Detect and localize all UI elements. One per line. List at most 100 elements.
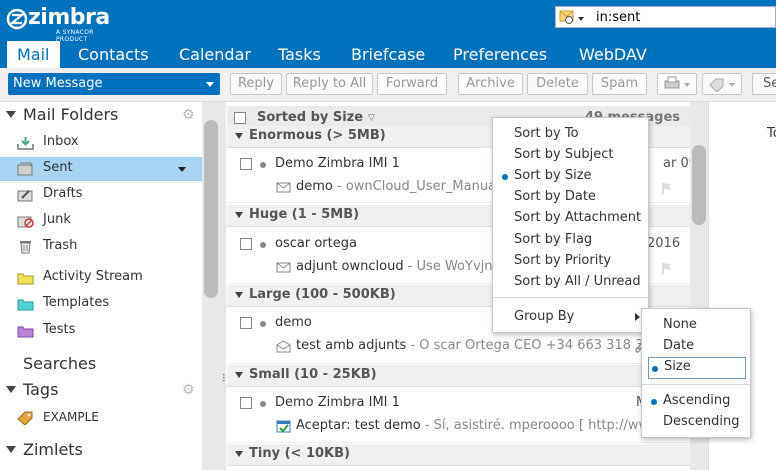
sort-direction-icon[interactable]: ▽ — [368, 113, 375, 123]
search-type-icon[interactable] — [559, 10, 585, 26]
menu-item-sort-priority[interactable]: Sort by Priority — [493, 251, 648, 272]
folder-templates[interactable]: Templates — [0, 292, 202, 316]
message-row-detail[interactable]: test amb adjunts - Ó scar Ortega CEO +34… — [227, 335, 690, 359]
flag-icon[interactable] — [661, 182, 673, 194]
menu-item-label: Sort by Subject — [514, 147, 614, 162]
archive-button[interactable]: Archive — [458, 73, 523, 95]
tab-tasks[interactable]: Tasks — [278, 41, 321, 68]
menu-item-sort-flag[interactable]: Sort by Flag — [493, 230, 648, 251]
group-header[interactable]: Small (10 - 25KB) — [227, 365, 690, 387]
new-message-button[interactable]: New Message — [8, 73, 220, 95]
menu-item-label: Sort by Size — [514, 168, 592, 183]
menu-item-group-date[interactable]: Date — [642, 336, 750, 357]
menu-item-sort-subject[interactable]: Sort by Subject — [493, 145, 648, 166]
gear-icon[interactable]: ⚙ — [182, 382, 195, 398]
grip-icon[interactable]: • • • — [222, 373, 226, 385]
group-label: Tiny (< 10KB) — [249, 446, 350, 461]
message-row[interactable]: Demo Zimbra IMI 1 M — [227, 392, 690, 414]
search-box[interactable] — [555, 6, 776, 28]
print-button[interactable] — [657, 73, 697, 95]
row-checkbox[interactable] — [240, 158, 252, 170]
read-status-icon[interactable] — [260, 321, 266, 327]
tags-header[interactable]: Tags ⚙ — [0, 380, 202, 404]
folder-junk[interactable]: Junk — [0, 209, 202, 233]
menu-item-sort-attachment[interactable]: Sort by Attachment — [493, 208, 648, 229]
folder-drafts[interactable]: Drafts — [0, 183, 202, 207]
tag-button[interactable] — [702, 73, 742, 95]
search-input[interactable] — [596, 8, 771, 26]
tag-example[interactable]: EXAMPLE — [0, 406, 202, 430]
new-message-label: New Message — [13, 76, 103, 91]
folder-label: Templates — [43, 295, 110, 310]
folder-trash[interactable]: Trash — [0, 235, 202, 259]
menu-item-descending[interactable]: Descending — [642, 412, 750, 433]
collapse-icon[interactable] — [235, 451, 243, 457]
folder-sent[interactable]: Sent — [0, 157, 202, 181]
submenu-arrow-icon — [635, 313, 640, 321]
tab-briefcase[interactable]: Briefcase — [351, 41, 425, 68]
pane-splitter[interactable]: • • • — [220, 102, 226, 470]
chevron-down-icon[interactable] — [178, 167, 186, 172]
gear-icon[interactable]: ⚙ — [182, 107, 195, 123]
read-status-icon[interactable] — [260, 162, 266, 168]
folder-activity-stream[interactable]: Activity Stream — [0, 266, 202, 290]
menu-item-group-size[interactable]: Size — [648, 357, 746, 379]
menu-item-sort-to[interactable]: Sort by To — [493, 124, 648, 145]
menu-item-label: Sort by Flag — [514, 232, 593, 247]
menu-item-sort-unread[interactable]: Sort by All / Unread — [493, 272, 648, 293]
menu-item-ascending[interactable]: Ascending — [642, 391, 750, 412]
zimbra-logo[interactable]: zimbra A SYNACOR PRODUCT — [6, 4, 124, 43]
message-row-detail[interactable]: Aceptar: test demo - Sí, asistiré. mpero… — [227, 415, 690, 439]
message-subject: adjunt owncloud — [296, 259, 404, 274]
row-checkbox[interactable] — [240, 317, 252, 329]
zimlets-header[interactable]: Zimlets — [0, 440, 202, 464]
collapse-icon[interactable] — [6, 386, 16, 393]
forward-button[interactable]: Forward — [377, 73, 447, 95]
menu-item-group-none[interactable]: None — [642, 315, 750, 336]
scrollbar-thumb[interactable] — [692, 145, 706, 225]
sent-icon — [17, 162, 33, 176]
sort-label[interactable]: Sorted by Size — [257, 110, 363, 125]
tab-contacts[interactable]: Contacts — [78, 41, 149, 68]
selected-radio-icon — [502, 174, 508, 180]
flag-icon[interactable] — [661, 262, 673, 274]
collapse-icon[interactable] — [235, 212, 243, 218]
row-checkbox[interactable] — [240, 238, 252, 250]
menu-item-group-by[interactable]: Group By — [493, 307, 648, 328]
tab-webdav[interactable]: WebDAV — [579, 41, 647, 68]
envelope-open-icon — [276, 340, 291, 353]
menu-item-sort-size[interactable]: Sort by Size — [493, 166, 648, 187]
folder-inbox[interactable]: Inbox — [0, 131, 202, 155]
selected-radio-icon — [651, 399, 657, 405]
folder-yellow-icon — [17, 273, 34, 285]
spam-button[interactable]: Spam — [592, 73, 647, 95]
collapse-icon[interactable] — [6, 446, 16, 453]
collapse-icon[interactable] — [235, 372, 243, 378]
row-checkbox[interactable] — [240, 397, 252, 409]
tab-mail[interactable]: Mail — [7, 41, 60, 68]
scrollbar-thumb[interactable] — [204, 120, 218, 298]
more-button[interactable]: Se — [752, 73, 776, 95]
app-header: zimbra A SYNACOR PRODUCT Mail Contacts C… — [0, 0, 776, 68]
collapse-icon[interactable] — [235, 292, 243, 298]
tab-preferences[interactable]: Preferences — [453, 41, 547, 68]
reply-all-button[interactable]: Reply to All — [286, 73, 373, 95]
menu-item-label: Sort by Attachment — [514, 210, 642, 225]
reply-button[interactable]: Reply — [230, 73, 282, 95]
folder-tests[interactable]: Tests — [0, 319, 202, 343]
collapse-icon[interactable] — [235, 133, 243, 139]
searches-header[interactable]: Searches — [0, 354, 202, 378]
tab-calendar[interactable]: Calendar — [179, 41, 251, 68]
chevron-down-icon[interactable] — [206, 82, 214, 87]
select-all-checkbox[interactable] — [234, 112, 246, 124]
collapse-icon[interactable] — [6, 111, 16, 118]
menu-item-sort-date[interactable]: Sort by Date — [493, 187, 648, 208]
delete-button[interactable]: Delete — [527, 73, 588, 95]
group-label: Small (10 - 25KB) — [249, 367, 377, 382]
read-status-icon[interactable] — [260, 242, 266, 248]
mail-folders-header[interactable]: Mail Folders ⚙ — [0, 105, 202, 129]
folder-scrollbar[interactable] — [202, 102, 220, 470]
read-status-icon[interactable] — [260, 401, 266, 407]
mail-folders-label: Mail Folders — [23, 105, 119, 124]
group-header[interactable]: Tiny (< 10KB) — [227, 444, 690, 466]
